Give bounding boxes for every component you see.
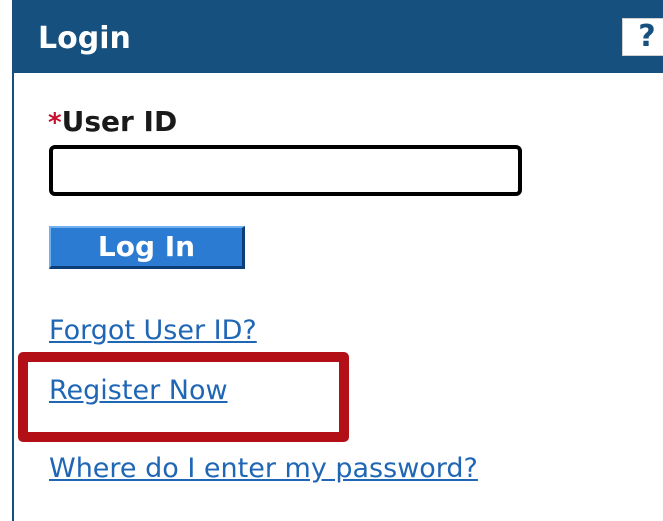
forgot-userid-link[interactable]: Forgot User ID? [49,314,257,348]
login-header: Login ? [14,0,663,73]
userid-label-text: User ID [61,105,178,138]
userid-label: *User ID [48,104,177,141]
header-title: Login [38,21,131,56]
login-button[interactable]: Log In [49,226,245,269]
where-password-link[interactable]: Where do I enter my password? [49,452,478,486]
login-panel: Login ? *User ID Log In Forgot User ID? … [12,0,663,521]
register-now-link[interactable]: Register Now [49,374,228,408]
userid-input[interactable] [49,145,522,196]
help-icon[interactable]: ? [622,18,663,56]
required-marker: * [48,108,62,138]
